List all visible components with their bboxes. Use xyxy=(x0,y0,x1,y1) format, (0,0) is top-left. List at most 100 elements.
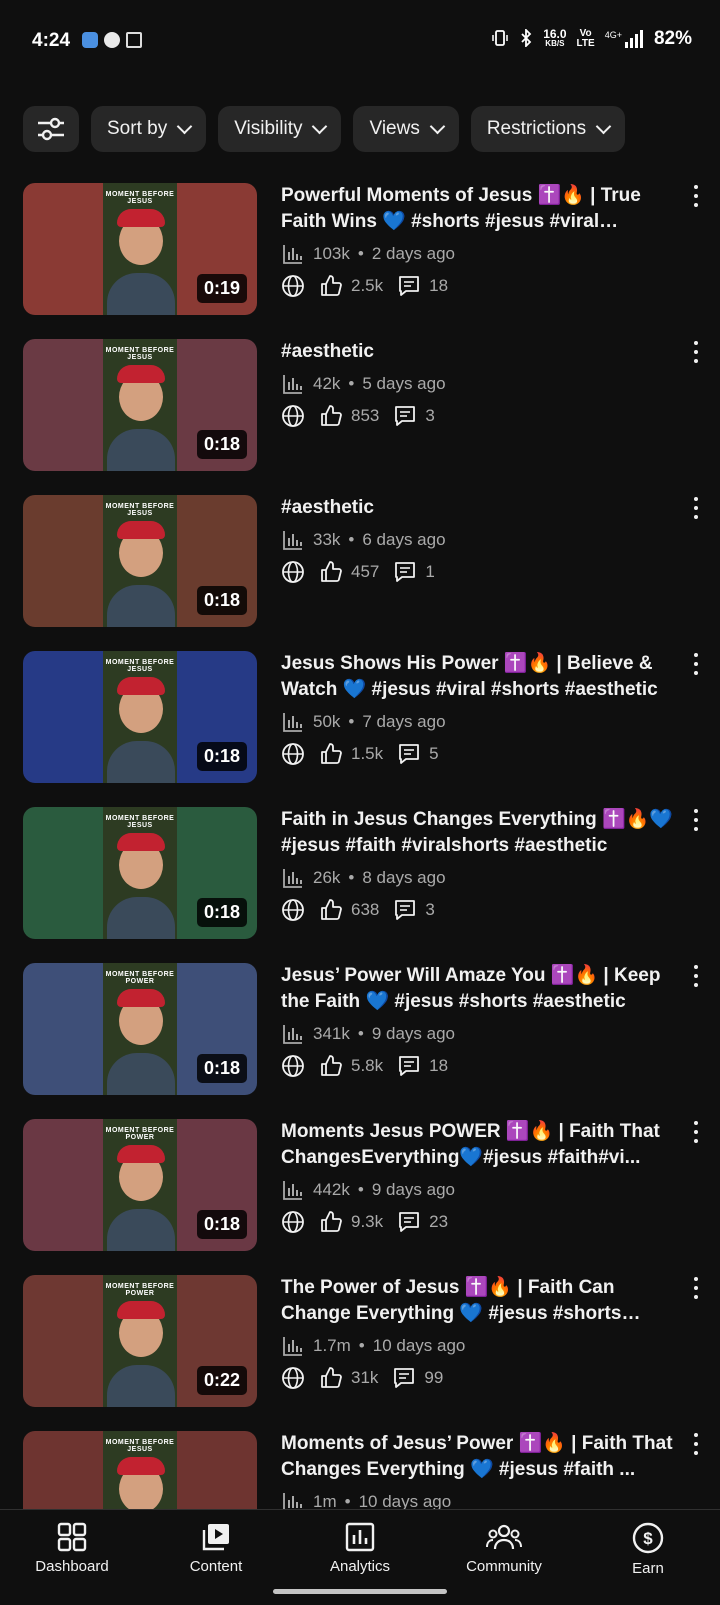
more-options-icon[interactable] xyxy=(686,1121,706,1143)
more-options-icon[interactable] xyxy=(686,653,706,675)
video-item[interactable]: MOMENT BEFORE JESUS 0:18 #aesthetic 33k • 6 d… xyxy=(0,495,720,651)
video-item[interactable]: MOMENT BEFORE POWER 0:22 The Power of Jesu… xyxy=(0,1275,720,1431)
thumbnail-caption: MOMENT BEFORE JESUS xyxy=(105,191,175,205)
nav-dashboard[interactable]: Dashboard xyxy=(0,1510,144,1605)
video-item[interactable]: MOMENT BEFORE JESUS 0:18 Faith in Jesus Ch… xyxy=(0,807,720,963)
restrictions-chip[interactable]: Restrictions xyxy=(470,106,626,152)
thumbs-up-icon xyxy=(319,560,343,584)
globe-icon[interactable] xyxy=(281,742,305,766)
like-count: 638 xyxy=(351,900,380,919)
video-item[interactable]: MOMENT BEFORE POWER 0:18 Moments Jesus POW… xyxy=(0,1119,720,1275)
thumbs-up-icon xyxy=(319,898,343,922)
video-thumbnail[interactable]: MOMENT BEFORE JESUS 0:18 xyxy=(23,339,257,471)
vibrate-icon xyxy=(491,29,509,50)
comment-count: 3 xyxy=(425,406,435,425)
separator-dot: • xyxy=(348,530,355,549)
upload-age: 6 days ago xyxy=(362,530,446,549)
net-speed: 16.0 KB/S xyxy=(543,27,567,48)
volte-indicator: Vo LTE xyxy=(576,28,595,49)
visibility-chip[interactable]: Visibility xyxy=(218,106,342,152)
filter-settings-button[interactable] xyxy=(23,106,79,152)
stats-row: 26k • 8 days ago xyxy=(281,865,679,891)
home-indicator[interactable] xyxy=(273,1589,447,1594)
thumbs-up-icon xyxy=(319,1366,343,1390)
video-title[interactable]: #aesthetic xyxy=(281,339,679,365)
separator-dot: • xyxy=(348,868,355,887)
more-options-icon[interactable] xyxy=(686,185,706,207)
globe-icon[interactable] xyxy=(281,1210,305,1234)
globe-icon[interactable] xyxy=(281,560,305,584)
video-title[interactable]: Moments of Jesus’ Power ✝️🔥 | Faith That… xyxy=(281,1431,679,1483)
comment-count: 23 xyxy=(429,1212,449,1231)
globe-icon[interactable] xyxy=(281,274,305,298)
upload-age: 10 days ago xyxy=(358,1492,452,1509)
thumb-figure-body xyxy=(107,429,175,471)
video-item[interactable]: MOMENT BEFORE POWER 0:18 Jesus’ Power Will… xyxy=(0,963,720,1119)
globe-icon[interactable] xyxy=(281,1366,305,1390)
engagement-row: 9.3k 23 xyxy=(281,1209,679,1235)
thumbnail-image: MOMENT BEFORE JESUS xyxy=(103,651,177,783)
video-info: Moments Jesus POWER ✝️🔥 | Faith That Cha… xyxy=(281,1119,679,1235)
video-title[interactable]: Moments Jesus POWER ✝️🔥 | Faith That Cha… xyxy=(281,1119,679,1171)
community-icon xyxy=(486,1524,522,1550)
video-thumbnail[interactable]: MOMENT BEFORE JESUS 0:18 xyxy=(23,495,257,627)
video-thumbnail[interactable]: MOMENT BEFORE JESUS 0:18 xyxy=(23,651,257,783)
thumb-figure-cap xyxy=(117,209,165,227)
video-item[interactable]: MOMENT BEFORE JESUS Moments of Jesus’ Pow… xyxy=(0,1431,720,1509)
globe-icon[interactable] xyxy=(281,1054,305,1078)
thumbnail-image: MOMENT BEFORE JESUS xyxy=(103,339,177,471)
duration-badge: 0:18 xyxy=(196,1054,247,1083)
video-title[interactable]: Powerful Moments of Jesus ✝️🔥 | True Fai… xyxy=(281,183,679,235)
more-options-icon[interactable] xyxy=(686,1277,706,1299)
thumb-figure-cap xyxy=(117,1145,165,1163)
video-title[interactable]: Jesus’ Power Will Amaze You ✝️🔥 | Keep t… xyxy=(281,963,679,1015)
separator-dot: • xyxy=(348,712,355,731)
chip-label: Sort by xyxy=(107,118,168,139)
video-title[interactable]: #aesthetic xyxy=(281,495,679,521)
view-count: 26k xyxy=(313,868,341,887)
analytics-icon xyxy=(281,1178,305,1202)
sort-by-chip[interactable]: Sort by xyxy=(91,106,207,152)
nav-label: Content xyxy=(189,1558,243,1575)
video-thumbnail[interactable]: MOMENT BEFORE POWER 0:18 xyxy=(23,1119,257,1251)
video-thumbnail[interactable]: MOMENT BEFORE POWER 0:18 xyxy=(23,963,257,1095)
video-title[interactable]: Jesus Shows His Power ✝️🔥 | Believe & Wa… xyxy=(281,651,679,703)
more-options-icon[interactable] xyxy=(686,497,706,519)
duration-badge: 0:22 xyxy=(196,1366,247,1395)
chevron-down-icon xyxy=(176,118,193,134)
video-thumbnail[interactable]: MOMENT BEFORE JESUS xyxy=(23,1431,257,1509)
video-item[interactable]: MOMENT BEFORE JESUS 0:19 Powerful Moments … xyxy=(0,183,720,339)
sliders-icon xyxy=(38,117,64,141)
nav-community[interactable]: Community xyxy=(432,1510,576,1605)
globe-icon[interactable] xyxy=(281,404,305,428)
comment-count: 18 xyxy=(429,1056,449,1075)
thumbnail-caption: MOMENT BEFORE POWER xyxy=(105,971,175,985)
upload-age: 9 days ago xyxy=(371,1180,456,1199)
more-options-icon[interactable] xyxy=(686,341,706,363)
video-info: Powerful Moments of Jesus ✝️🔥 | True Fai… xyxy=(281,183,679,299)
video-thumbnail[interactable]: MOMENT BEFORE POWER 0:22 xyxy=(23,1275,257,1407)
video-thumbnail[interactable]: MOMENT BEFORE JESUS 0:18 xyxy=(23,807,257,939)
more-options-icon[interactable] xyxy=(686,809,706,831)
analytics-icon xyxy=(281,528,305,552)
more-options-icon[interactable] xyxy=(686,1433,706,1455)
video-item[interactable]: MOMENT BEFORE JESUS 0:18 Jesus Shows His P… xyxy=(0,651,720,807)
view-count: 50k xyxy=(313,712,341,731)
nav-content[interactable]: Content xyxy=(144,1510,288,1605)
thumb-figure-cap xyxy=(117,677,165,695)
video-title[interactable]: The Power of Jesus ✝️🔥 | Faith Can Chang… xyxy=(281,1275,679,1327)
thumbnail-image: MOMENT BEFORE JESUS xyxy=(103,495,177,627)
chevron-down-icon xyxy=(312,118,328,134)
video-info: The Power of Jesus ✝️🔥 | Faith Can Chang… xyxy=(281,1275,679,1391)
views-chip[interactable]: Views xyxy=(353,106,459,152)
video-item[interactable]: MOMENT BEFORE JESUS 0:18 #aesthetic 42k • 5 d… xyxy=(0,339,720,495)
filter-bar: Sort by Visibility Views Restrictions xyxy=(23,106,626,152)
video-title[interactable]: Faith in Jesus Changes Everything ✝️🔥💙 #… xyxy=(281,807,679,859)
comment-icon xyxy=(397,1054,421,1078)
nav-earn[interactable]: $ Earn xyxy=(576,1510,720,1605)
globe-icon[interactable] xyxy=(281,898,305,922)
upload-age: 8 days ago xyxy=(362,868,446,887)
more-options-icon[interactable] xyxy=(686,965,706,987)
video-thumbnail[interactable]: MOMENT BEFORE JESUS 0:19 xyxy=(23,183,257,315)
upload-age: 9 days ago xyxy=(371,1024,456,1043)
